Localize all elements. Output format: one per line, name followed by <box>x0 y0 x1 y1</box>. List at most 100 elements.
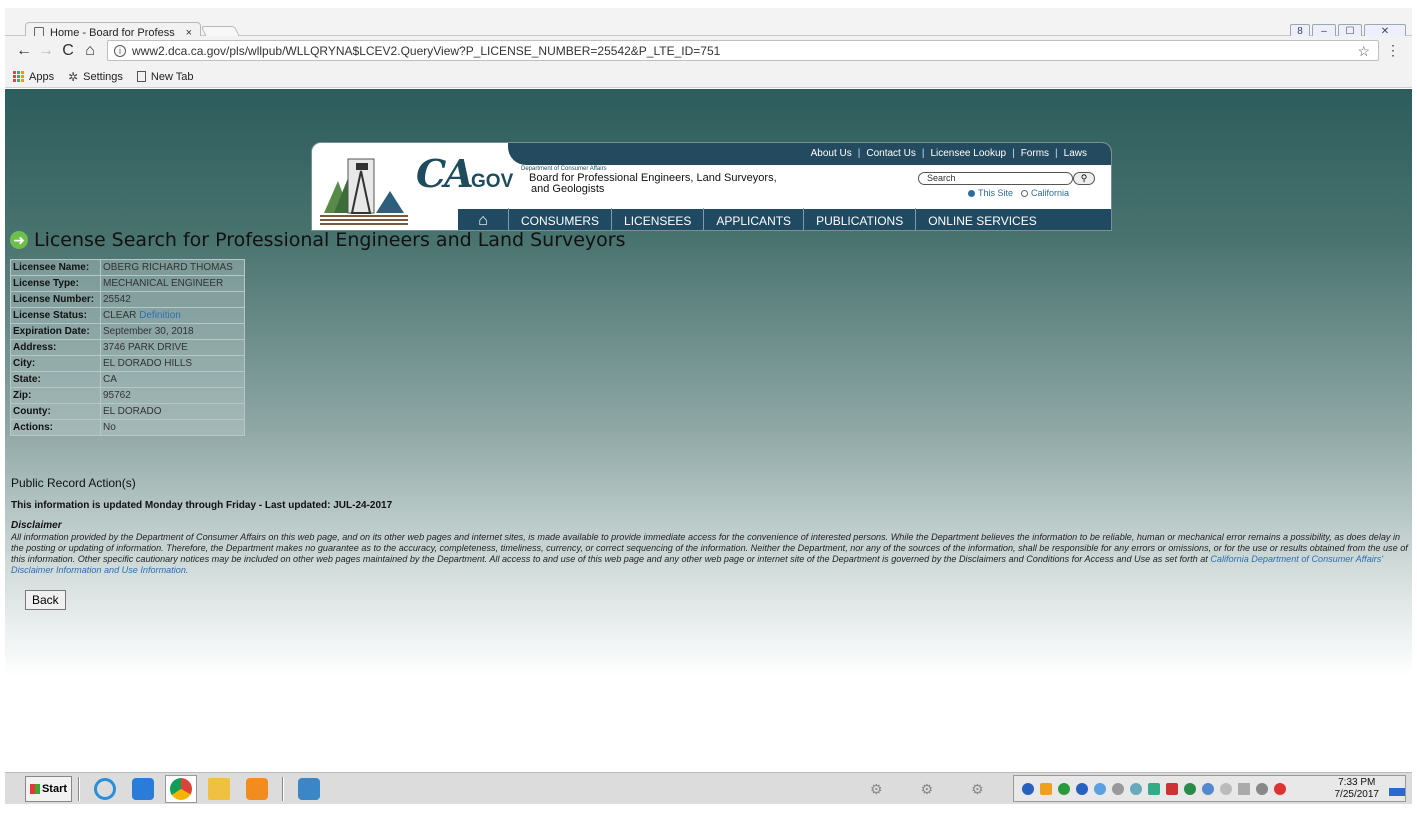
home-icon[interactable]: ⌂ <box>458 212 508 230</box>
app-icon[interactable] <box>1148 782 1160 795</box>
radio-this-site[interactable]: This Site <box>968 188 1013 198</box>
address-bar[interactable]: i www2.dca.ca.gov/pls/wllpub/WLLQRYNA$LC… <box>107 40 1400 61</box>
public-record-actions: Public Record Action(s) <box>11 476 136 490</box>
license-value-text: No <box>103 422 116 433</box>
taskbar-remote-desktop[interactable] <box>293 775 325 803</box>
bookmark-new-tab[interactable]: New Tab <box>136 70 194 83</box>
folder-icon <box>208 777 230 800</box>
media-player-icon <box>132 777 154 800</box>
security-icon[interactable] <box>1166 782 1178 795</box>
license-value-text: OBERG RICHARD THOMAS <box>103 262 233 273</box>
license-field-value: OBERG RICHARD THOMAS <box>100 259 245 276</box>
gear-icon: ✲ <box>68 69 79 84</box>
back-button[interactable]: Back <box>25 590 66 610</box>
page-heading: ➜ License Search for Professional Engine… <box>10 229 626 251</box>
forms-link[interactable]: Forms <box>1021 148 1049 159</box>
dropbox-icon[interactable] <box>1094 782 1106 795</box>
license-field-label: Actions: <box>10 419 101 436</box>
battery-icon[interactable] <box>1238 782 1250 795</box>
taskbar-explorer[interactable] <box>203 775 235 803</box>
internet-explorer-icon <box>94 777 116 800</box>
license-field-label: Address: <box>10 339 101 356</box>
about-us-link[interactable]: About Us <box>811 148 852 159</box>
ca-gov-logo[interactable]: CA.GOV <box>416 151 513 196</box>
licensee-lookup-link[interactable]: Licensee Lookup <box>930 148 1006 159</box>
taskbar-outlook[interactable] <box>241 775 273 803</box>
license-field-label: Licensee Name: <box>10 259 101 276</box>
bluetooth-icon[interactable] <box>1076 782 1088 795</box>
license-field-value: EL DORADO <box>100 403 245 420</box>
network-icon[interactable] <box>1130 782 1142 795</box>
license-field-value: 25542 <box>100 291 245 308</box>
laws-link[interactable]: Laws <box>1064 148 1087 159</box>
license-field-label: Zip: <box>10 387 101 404</box>
license-row: Zip: 95762 <box>10 387 245 404</box>
remote-desktop-icon <box>298 777 320 800</box>
bookmark-apps[interactable]: Apps <box>13 71 54 83</box>
utility-links: About Us | Contact Us | Licensee Lookup | F… <box>810 148 1087 159</box>
nav-consumers[interactable]: CONSUMERS <box>508 208 611 230</box>
taskbar-separator <box>282 776 284 801</box>
info-icon[interactable]: i <box>114 44 126 57</box>
nav-applicants[interactable]: APPLICANTS <box>703 208 803 230</box>
outlook-icon <box>246 777 268 800</box>
license-row: State: CA <box>10 371 245 388</box>
nav-licensees[interactable]: LICENSEES <box>611 208 703 230</box>
license-value-text: CA <box>103 374 117 385</box>
definition-link[interactable]: Definition <box>139 310 181 321</box>
contact-us-link[interactable]: Contact Us <box>866 148 915 159</box>
menu-icon[interactable]: ⋮ <box>1386 42 1400 59</box>
forward-arrow-icon[interactable]: → <box>35 42 57 60</box>
search-input[interactable]: Search <box>918 172 1073 185</box>
license-field-value: No <box>100 419 245 436</box>
back-arrow-icon[interactable]: ← <box>13 42 35 60</box>
office-icon[interactable] <box>1040 782 1052 795</box>
system-tray: 7:33 PM 7/25/2017 <box>1013 775 1406 802</box>
bookmark-settings[interactable]: ✲ Settings <box>68 70 123 84</box>
tool-icon[interactable] <box>1112 782 1124 795</box>
gadget-icon[interactable]: ⚙ <box>870 781 883 798</box>
main-nav: ⌂ CONSUMERS LICENSEES APPLICANTS PUBLICA… <box>458 207 1111 230</box>
license-field-value: CLEAR Definition <box>100 307 245 324</box>
signal-icon[interactable] <box>1256 782 1268 795</box>
license-row: License Number: 25542 <box>10 291 245 308</box>
bluetooth-icon[interactable] <box>1022 782 1034 795</box>
radio-california[interactable]: California <box>1021 188 1069 198</box>
license-field-label: License Status: <box>10 307 101 324</box>
show-desktop-icon[interactable] <box>1389 788 1405 796</box>
search-icon[interactable]: ⚲ <box>1073 172 1095 185</box>
tray-gadgets: ⚙ ⚙ ⚙ <box>870 781 984 798</box>
logo-gov-text: .GOV <box>465 171 514 192</box>
sync-icon[interactable] <box>1058 782 1070 795</box>
bookmarks-bar: Apps ✲ Settings New Tab <box>5 66 1412 88</box>
start-button[interactable]: Start <box>25 775 72 802</box>
license-field-value: EL DORADO HILLS <box>100 355 245 372</box>
gadget-icon[interactable]: ⚙ <box>971 781 984 798</box>
license-field-label: County: <box>10 403 101 420</box>
shield-icon[interactable] <box>1184 782 1196 795</box>
flag-icon[interactable] <box>1220 782 1232 795</box>
defender-icon[interactable] <box>1202 782 1214 795</box>
volume-muted-icon[interactable] <box>1274 782 1286 795</box>
license-value-text: 25542 <box>103 294 131 305</box>
taskbar-media-player[interactable] <box>127 775 159 803</box>
last-updated-text: This information is updated Monday throu… <box>11 500 393 511</box>
radio-selected-icon <box>968 190 975 197</box>
license-field-label: Expiration Date: <box>10 323 101 340</box>
reload-icon[interactable]: C <box>57 42 79 60</box>
site-banner: About Us | Contact Us | Licensee Lookup | F… <box>311 142 1112 231</box>
license-row: Expiration Date: September 30, 2018 <box>10 323 245 340</box>
taskbar-ie[interactable] <box>89 775 121 803</box>
bookmark-label: New Tab <box>150 70 194 83</box>
nav-online-services[interactable]: ONLINE SERVICES <box>915 208 1048 230</box>
clock-time: 7:33 PM <box>1338 777 1376 788</box>
clock[interactable]: 7:33 PM 7/25/2017 <box>1335 777 1380 801</box>
license-row: Actions: No <box>10 419 245 436</box>
gadget-icon[interactable]: ⚙ <box>921 781 934 798</box>
home-icon[interactable]: ⌂ <box>79 42 101 60</box>
license-value-text: MECHANICAL ENGINEER <box>103 278 224 289</box>
board-name-line2: and Geologists <box>531 183 605 195</box>
nav-publications[interactable]: PUBLICATIONS <box>803 208 915 230</box>
taskbar-chrome[interactable] <box>165 774 197 803</box>
bookmark-star-icon[interactable]: ☆ <box>1357 43 1370 60</box>
